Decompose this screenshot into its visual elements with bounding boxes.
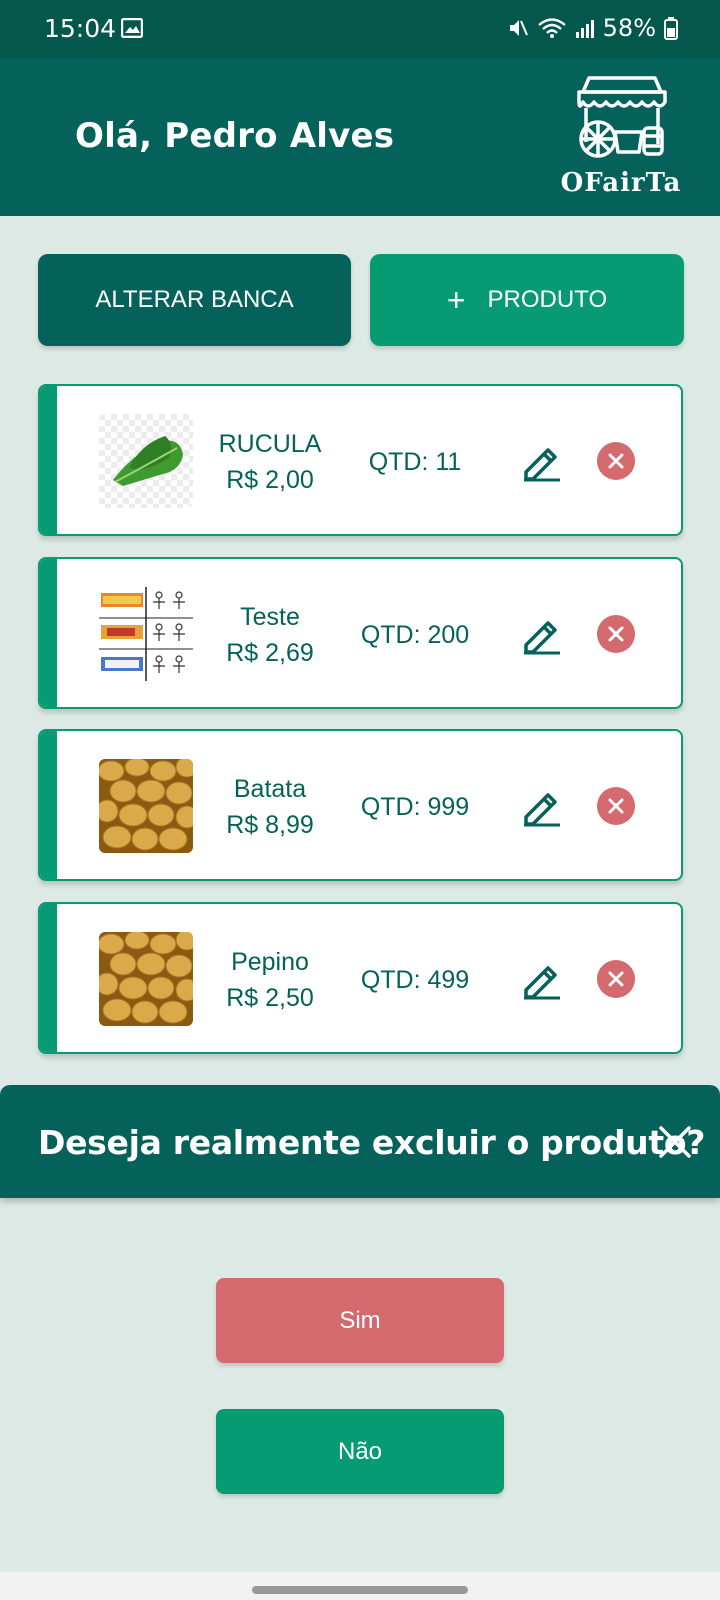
product-price: R$ 2,69 <box>226 639 314 667</box>
wifi-icon <box>537 18 566 38</box>
gallery-icon <box>121 18 143 38</box>
battery-icon <box>664 17 678 40</box>
product-name: Batata <box>233 775 307 803</box>
edit-icon[interactable] <box>522 960 562 1000</box>
edit-icon[interactable] <box>522 787 562 827</box>
mute-icon <box>509 20 528 36</box>
product-quantity: QTD: 11 <box>368 448 462 476</box>
product-name: Teste <box>240 603 300 631</box>
cancel-delete-label: Não <box>337 1437 383 1465</box>
manga-collage-image <box>99 587 193 681</box>
product-price: R$ 2,00 <box>226 466 314 494</box>
product-quantity: QTD: 999 <box>360 793 470 821</box>
alterar-banca-button[interactable]: ALTERAR BANCA <box>38 254 351 346</box>
battery-percent: 58% <box>602 14 656 42</box>
status-time: 15:04 <box>44 14 117 43</box>
system-nav-bar <box>0 1572 720 1600</box>
app-header: Olá, Pedro Alves OFairTa <box>0 58 720 216</box>
status-icons: 58% <box>507 14 678 42</box>
alterar-banca-label: ALTERAR BANCA <box>95 286 294 313</box>
cancel-delete-button[interactable]: Não <box>216 1409 504 1494</box>
add-produto-label: PRODUTO <box>487 286 608 313</box>
product-name: RUCULA <box>218 430 322 458</box>
product-quantity: QTD: 499 <box>360 966 470 994</box>
delete-button[interactable] <box>597 615 635 653</box>
delete-dialog-header: Deseja realmente excluir o produto? <box>0 1085 720 1198</box>
close-icon[interactable] <box>658 1125 692 1159</box>
confirm-delete-button[interactable]: Sim <box>216 1278 504 1363</box>
edit-icon[interactable] <box>522 615 562 655</box>
plus-icon: + <box>446 281 466 318</box>
delete-button[interactable] <box>597 442 635 480</box>
product-card[interactable]: Pepino R$ 2,50 QTD: 499 <box>38 902 683 1054</box>
card-accent <box>40 559 57 707</box>
product-card[interactable]: RUCULA R$ 2,00 QTD: 11 <box>38 384 683 536</box>
delete-button[interactable] <box>597 960 635 998</box>
greeting-text: Olá, Pedro Alves <box>75 116 395 156</box>
product-price: R$ 8,99 <box>226 811 314 839</box>
logo-text: OFairTa <box>560 168 682 198</box>
close-icon <box>608 798 624 814</box>
home-gesture-handle[interactable] <box>252 1586 468 1594</box>
potatoes-image <box>99 932 193 1026</box>
product-quantity: QTD: 200 <box>360 621 470 649</box>
market-stall-icon <box>577 76 667 158</box>
confirm-delete-label: Sim <box>339 1306 381 1334</box>
card-accent <box>40 904 57 1052</box>
add-produto-button[interactable]: + PRODUTO <box>370 254 684 346</box>
product-card[interactable]: Batata R$ 8,99 QTD: 999 <box>38 729 683 881</box>
dialog-title: Deseja realmente excluir o produto? <box>38 1123 706 1162</box>
arugula-image <box>99 414 193 508</box>
product-price: R$ 2,50 <box>226 984 314 1012</box>
close-icon <box>608 626 624 642</box>
status-bar: 15:04 58% <box>0 0 720 58</box>
app-logo: OFairTa <box>556 72 686 202</box>
card-accent <box>40 731 57 879</box>
close-icon <box>608 971 624 987</box>
card-accent <box>40 386 57 534</box>
close-icon <box>608 453 624 469</box>
product-name: Pepino <box>231 948 309 976</box>
potatoes-image <box>99 759 193 853</box>
delete-button[interactable] <box>597 787 635 825</box>
product-card[interactable]: Teste R$ 2,69 QTD: 200 <box>38 557 683 709</box>
edit-icon[interactable] <box>522 442 562 482</box>
signal-icon <box>575 20 594 38</box>
